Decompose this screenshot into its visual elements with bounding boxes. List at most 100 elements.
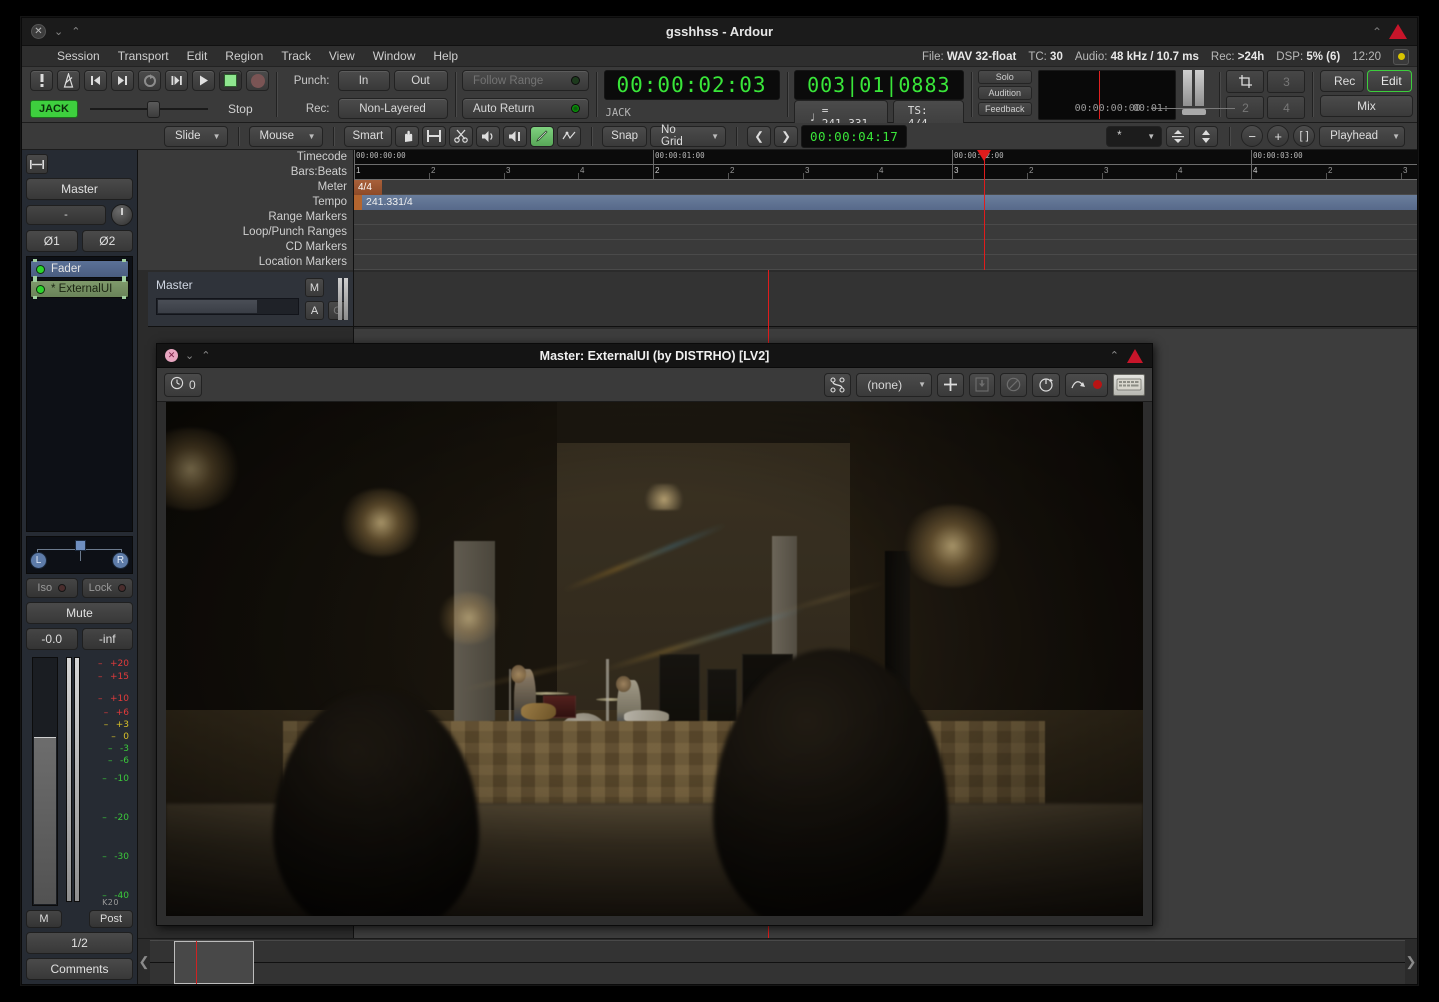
menu-session[interactable]: Session	[48, 47, 109, 65]
ruler-label-cd-markers[interactable]: CD Markers	[138, 240, 353, 255]
ruler-lanes[interactable]: 00:00:00:00 00:00:01:00 00:00:02:00 00:0…	[354, 150, 1417, 270]
output-button[interactable]: 1/2	[26, 932, 133, 954]
strip-name-button[interactable]: Master	[26, 178, 133, 200]
summary-strip[interactable]	[150, 939, 1405, 984]
menu-window[interactable]: Window	[364, 47, 425, 65]
mute-button[interactable]: Mute	[26, 602, 133, 624]
hand-icon[interactable]	[395, 125, 420, 147]
speaker-icon[interactable]	[476, 125, 501, 147]
grid-mode-selector[interactable]: No Grid ▼	[650, 124, 727, 148]
barsbeats-ruler[interactable]: 1 2 3 4 2 2 3 4 3 2 3 4 4 2 3	[354, 165, 1417, 180]
range-markers-ruler[interactable]	[354, 210, 1417, 225]
ruler-label-location-markers[interactable]: Location Markers	[138, 255, 353, 270]
bypass-icon[interactable]	[1065, 372, 1108, 397]
panner-widget[interactable]: L R	[26, 536, 133, 574]
summary-view-rect[interactable]	[174, 940, 254, 984]
no-entry-icon[interactable]	[1000, 372, 1027, 397]
timecode-ruler[interactable]: 00:00:00:00 00:00:01:00 00:00:02:00 00:0…	[354, 150, 1417, 165]
record-button[interactable]	[246, 70, 269, 91]
go-to-end-button[interactable]	[111, 70, 134, 91]
zoom-out-icon[interactable]: −	[1241, 125, 1264, 147]
plugin-latency-button[interactable]: 0	[164, 372, 202, 397]
crop-icon[interactable]	[1226, 70, 1265, 93]
ruler-label-timecode[interactable]: Timecode	[138, 150, 353, 165]
chevron-left-icon[interactable]: ❮	[747, 125, 772, 147]
menu-transport[interactable]: Transport	[109, 47, 178, 65]
layout-button-3[interactable]: 3	[1267, 70, 1306, 93]
gain-fader[interactable]	[32, 657, 58, 906]
mini-timeline[interactable]: 00:00:00:00 00:01:	[1037, 70, 1235, 120]
range-icon[interactable]	[422, 125, 447, 147]
rec-page-button[interactable]: Rec	[1319, 70, 1364, 92]
menu-view[interactable]: View	[320, 47, 364, 65]
tempo-ruler[interactable]: 241.331/4	[354, 195, 1417, 210]
ruler-label-meter[interactable]: Meter	[138, 180, 353, 195]
play-button[interactable]	[192, 70, 215, 91]
save-icon[interactable]	[969, 372, 995, 397]
plugin-preset-selector[interactable]: (none) ▼	[856, 372, 932, 397]
snap-button[interactable]: Snap	[602, 125, 648, 147]
track-gain-slider[interactable]	[156, 298, 299, 315]
solo-iso-button[interactable]: Iso	[26, 578, 78, 598]
reset-icon[interactable]	[1032, 372, 1060, 397]
punch-out-button[interactable]: Out	[393, 70, 448, 91]
gain-display[interactable]: -0.0	[26, 628, 78, 650]
location-markers-ruler[interactable]	[354, 255, 1417, 270]
stop-button[interactable]	[219, 70, 242, 91]
cd-markers-ruler[interactable]	[354, 240, 1417, 255]
menu-help[interactable]: Help	[424, 47, 467, 65]
midi-panic-button[interactable]	[30, 70, 53, 91]
pencil-icon[interactable]	[530, 125, 555, 147]
nudge-clock[interactable]: 00:00:04:17	[801, 124, 908, 148]
content-edit-icon[interactable]	[557, 125, 582, 147]
chevron-right-icon[interactable]: ❯	[1405, 954, 1417, 970]
feedback-indicator-button[interactable]: Feedback	[978, 102, 1032, 116]
meter-marker[interactable]: 4/4	[354, 180, 382, 195]
comments-button[interactable]: Comments	[26, 958, 133, 980]
play-range-button[interactable]	[165, 70, 188, 91]
strip-input-button[interactable]: -	[26, 205, 106, 225]
scissors-icon[interactable]	[449, 125, 474, 147]
chevron-down-icon[interactable]: ⌄	[185, 349, 194, 362]
metering-point-button[interactable]: M	[26, 910, 62, 928]
rec-mode-button[interactable]: Non-Layered	[337, 98, 448, 119]
marker-selector[interactable]: * ▼	[1106, 125, 1163, 147]
track-lane-master[interactable]	[354, 272, 1417, 327]
ruler-label-range-markers[interactable]: Range Markers	[138, 210, 353, 225]
zoom-fit-icon[interactable]: [ ]	[1293, 125, 1316, 147]
edit-page-button[interactable]: Edit	[1366, 70, 1412, 92]
plugin-video-frame[interactable]	[166, 402, 1143, 916]
phase-invert-1-button[interactable]: Ø1	[26, 230, 78, 252]
solo-indicator-button[interactable]: Solo	[978, 70, 1032, 84]
layout-button-4[interactable]: 4	[1267, 96, 1306, 119]
close-icon[interactable]: ✕	[165, 349, 178, 362]
close-icon[interactable]: ✕	[31, 24, 46, 39]
menu-track[interactable]: Track	[272, 47, 320, 65]
secondary-clock[interactable]: 003|01|0883	[794, 70, 964, 100]
track-automation-button[interactable]: A	[305, 301, 324, 320]
processor-fader[interactable]: Fader	[30, 259, 129, 279]
double-chevron-up-icon[interactable]: ⌃	[1110, 349, 1119, 362]
go-to-start-button[interactable]	[84, 70, 107, 91]
zoom-in-icon[interactable]: +	[1267, 125, 1290, 147]
trim-knob-icon[interactable]	[111, 204, 133, 226]
processor-active-led[interactable]	[36, 284, 45, 294]
playhead[interactable]	[977, 150, 991, 270]
edit-mode-selector[interactable]: Slide ▼	[164, 125, 228, 147]
loop-button[interactable]	[138, 70, 161, 91]
primary-clock[interactable]: 00:00:02:03	[603, 70, 780, 100]
auto-return-button[interactable]: Auto Return	[462, 98, 589, 119]
ruler-label-loop-punch[interactable]: Loop/Punch Ranges	[138, 225, 353, 240]
menu-region[interactable]: Region	[216, 47, 272, 65]
strip-width-icon[interactable]	[26, 154, 48, 174]
jack-button[interactable]: JACK	[30, 100, 78, 118]
chevron-up-icon[interactable]: ⌃	[71, 25, 80, 38]
meter-point-button[interactable]: Post	[89, 910, 133, 928]
ruler-label-barsbeats[interactable]: Bars:Beats	[138, 165, 353, 180]
chevron-up-icon[interactable]: ⌃	[201, 349, 210, 362]
processor-active-led[interactable]	[36, 264, 45, 274]
processor-externalui[interactable]: * ExternalUI	[30, 279, 129, 299]
status-led-icon[interactable]	[1393, 48, 1409, 65]
shrink-tracks-icon[interactable]	[1166, 125, 1191, 147]
chevron-right-icon[interactable]: ❯	[774, 125, 799, 147]
